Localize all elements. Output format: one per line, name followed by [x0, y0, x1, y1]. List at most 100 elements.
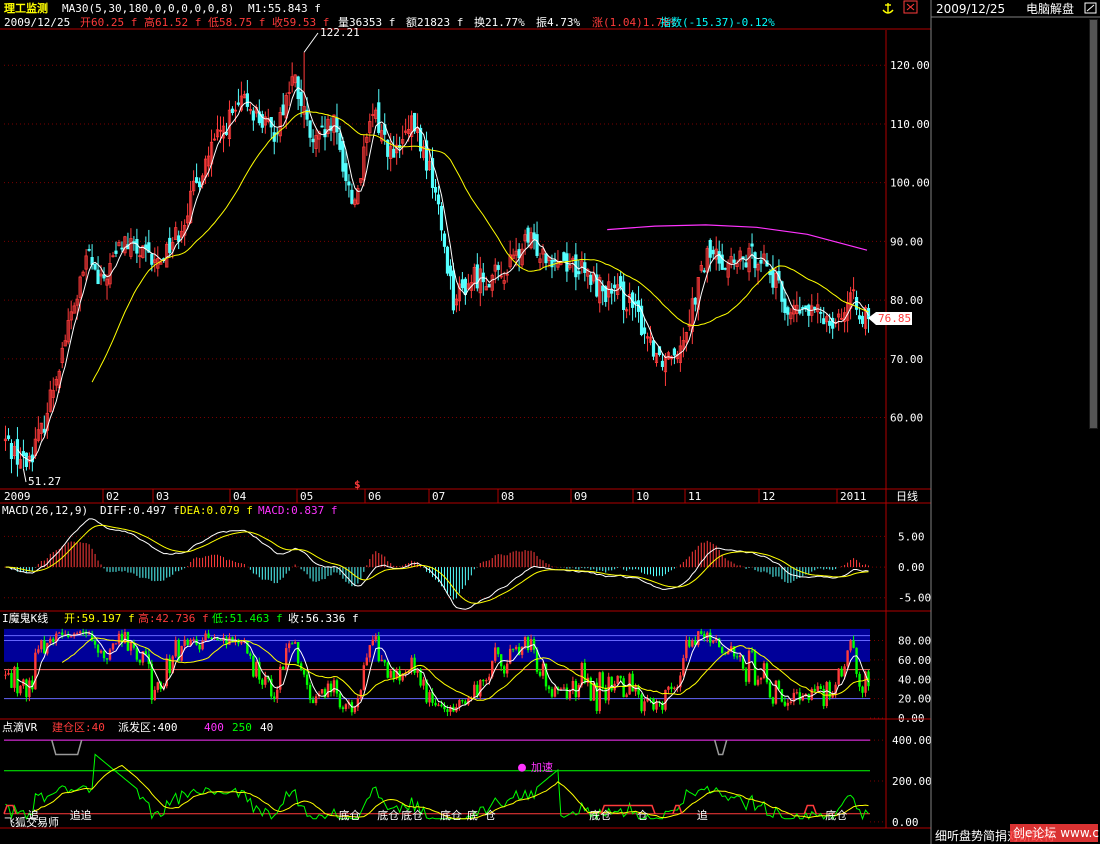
- k2-candle-body: [735, 656, 739, 658]
- vr-marker-label: 仓: [637, 808, 648, 822]
- price-candle-body: [392, 148, 396, 158]
- event-mark: $: [354, 478, 361, 491]
- last-price-tag: 76.85: [868, 312, 912, 325]
- k2-candle-body: [273, 696, 276, 699]
- k2-candle-body: [422, 679, 425, 686]
- price-candle-body: [786, 307, 790, 315]
- x-tick-label: 03: [156, 490, 169, 503]
- min-price-label: 51.27: [28, 475, 61, 488]
- vr-marker-label: 追追: [70, 808, 92, 822]
- k2-candle-body: [485, 680, 488, 682]
- k2-candle-body: [198, 644, 201, 650]
- k2-candle-body: [526, 637, 530, 651]
- k2-candle-body: [49, 638, 52, 643]
- price-candle-body: [320, 125, 324, 128]
- vr-signal-dot: [518, 763, 526, 772]
- k2-candle-body: [640, 694, 643, 712]
- sidebar-panel: [931, 0, 1100, 844]
- k2-candle-body: [559, 688, 563, 690]
- vr-v2: 250: [232, 721, 252, 734]
- x-tick-label: 09: [574, 490, 587, 503]
- vr-marker-label: 底仓: [377, 808, 399, 822]
- k2-candle-body: [231, 637, 234, 642]
- vr-marker-label: 底仓: [401, 808, 423, 822]
- k2-candle-body: [365, 657, 369, 666]
- k2-candle-body: [667, 686, 670, 690]
- k2-candle-body: [738, 655, 742, 657]
- k2-candle-body: [7, 673, 10, 675]
- k2-candle-body: [81, 631, 85, 633]
- ma-label: MA30(5,30,180,0,0,0,0,0,8): [62, 2, 234, 15]
- vr-marker-label: 底仓: [825, 808, 847, 822]
- k2-candle-body: [99, 650, 103, 653]
- k2-candle-body: [625, 694, 628, 698]
- m1-label: M1:55.843 f: [248, 2, 321, 15]
- price-candle-body: [708, 239, 712, 258]
- x-tick-label: 10: [636, 490, 649, 503]
- k2-candle-body: [768, 682, 772, 698]
- vr-marker-label: 底: [467, 808, 478, 822]
- price-candle-body: [344, 163, 348, 182]
- k2-candle-body: [314, 696, 318, 704]
- k2-candle-body: [25, 679, 28, 697]
- k2-candle-body: [631, 673, 634, 692]
- price-candle-body: [619, 276, 623, 287]
- k2-title: I魔鬼K线: [2, 611, 48, 625]
- k2-candle-body: [846, 650, 849, 667]
- price-candle-body: [601, 285, 605, 292]
- k2-candle-body: [153, 689, 157, 700]
- k2-candle-body: [383, 659, 386, 663]
- k2-candle-body: [461, 700, 464, 702]
- k2-candle-body: [706, 632, 709, 639]
- k2-candle-body: [541, 663, 545, 676]
- price-candle-body: [711, 249, 715, 255]
- price-candle-body: [135, 238, 139, 254]
- k2-candle-body: [240, 642, 243, 644]
- price-candle-body: [114, 250, 118, 254]
- price-candle-body: [753, 252, 757, 269]
- price-tick-label: 110.00: [890, 118, 930, 131]
- sidebar-scroll-thumb[interactable]: [1090, 20, 1097, 428]
- k2-candle-body: [186, 639, 189, 645]
- price-candle-body: [693, 297, 697, 305]
- price-candle-body: [442, 233, 447, 247]
- k2-tick-label: 60.00: [898, 654, 931, 667]
- k2-candle-body: [40, 640, 43, 650]
- k2-candle-body: [819, 686, 822, 689]
- k2-candle-body: [302, 669, 306, 675]
- k2-tick-label: 20.00: [898, 693, 931, 706]
- price-tick-label: 70.00: [890, 353, 923, 366]
- k2-candle-body: [19, 685, 22, 694]
- price-candle-body: [195, 177, 199, 183]
- k2-candle-body: [488, 676, 491, 681]
- k2-candle-body: [619, 675, 622, 679]
- price-candle-body: [732, 259, 736, 263]
- k2-candle-body: [28, 680, 31, 697]
- k2-candle-body: [344, 704, 348, 709]
- x-tick-label: 2009: [4, 490, 31, 503]
- k2-candle-body: [771, 697, 775, 704]
- k2-candle-body: [332, 680, 336, 693]
- k2-candle-body: [852, 640, 855, 648]
- price-candle-body: [299, 91, 303, 107]
- k2-candle-body: [712, 640, 715, 643]
- k2-candle-body: [601, 672, 604, 688]
- price-candle-body: [377, 102, 381, 134]
- price-candle-body: [451, 270, 456, 311]
- vr-tick-label: 200.00: [892, 775, 932, 788]
- k2-candle-body: [789, 701, 793, 703]
- k2-candle-body: [359, 690, 363, 699]
- stock-chart-canvas[interactable]: 60.0070.0080.0090.00100.00110.00120.0020…: [0, 0, 1100, 844]
- x-tick-label: 02: [106, 490, 119, 503]
- k2-candle-body: [747, 650, 751, 682]
- k2-candle-body: [759, 677, 763, 680]
- k2-candle-body: [392, 670, 395, 679]
- k2-candle-body: [568, 690, 572, 699]
- k2-candle-body: [479, 679, 482, 697]
- price-candle-body: [251, 110, 255, 121]
- k2-candle-body: [293, 642, 297, 644]
- k2-candle-body: [855, 647, 858, 674]
- price-candle-body: [532, 232, 536, 240]
- k2-candle-body: [75, 633, 79, 635]
- k2-candle-body: [622, 678, 625, 698]
